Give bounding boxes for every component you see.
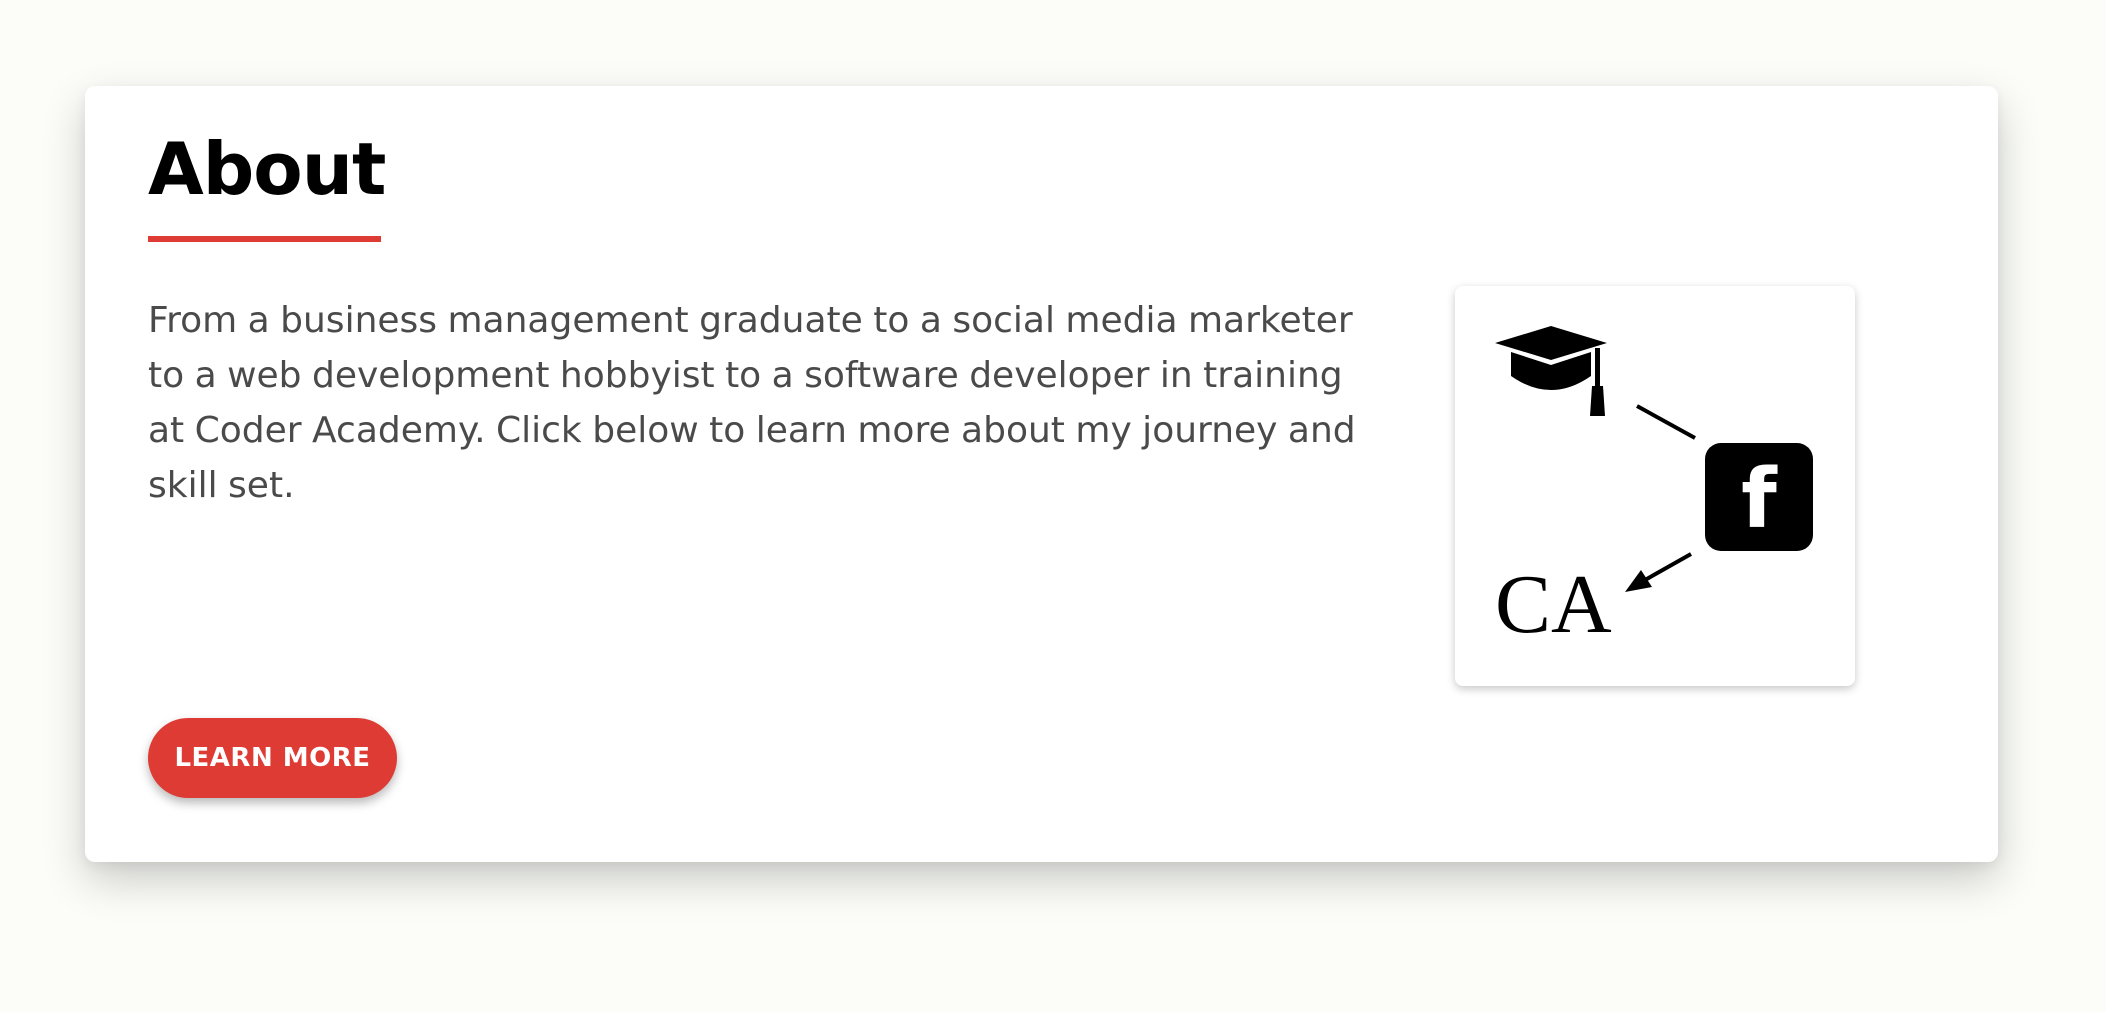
learn-more-button[interactable]: LEARN MORE	[148, 718, 397, 798]
facebook-icon: f	[1705, 443, 1813, 551]
graduation-cap-icon	[1495, 326, 1607, 416]
connector-line	[1636, 404, 1696, 440]
about-title: About	[148, 127, 386, 211]
journey-diagram: f CA	[1495, 326, 1813, 651]
arrow-icon	[1625, 552, 1692, 592]
about-description: From a business management graduate to a…	[148, 300, 1356, 506]
coder-academy-logo: CA	[1495, 558, 1612, 651]
facebook-glyph: f	[1741, 452, 1778, 547]
journey-image: f CA	[1455, 286, 1855, 686]
about-card: About From a business management graduat…	[85, 86, 1998, 862]
title-underline	[148, 236, 381, 242]
